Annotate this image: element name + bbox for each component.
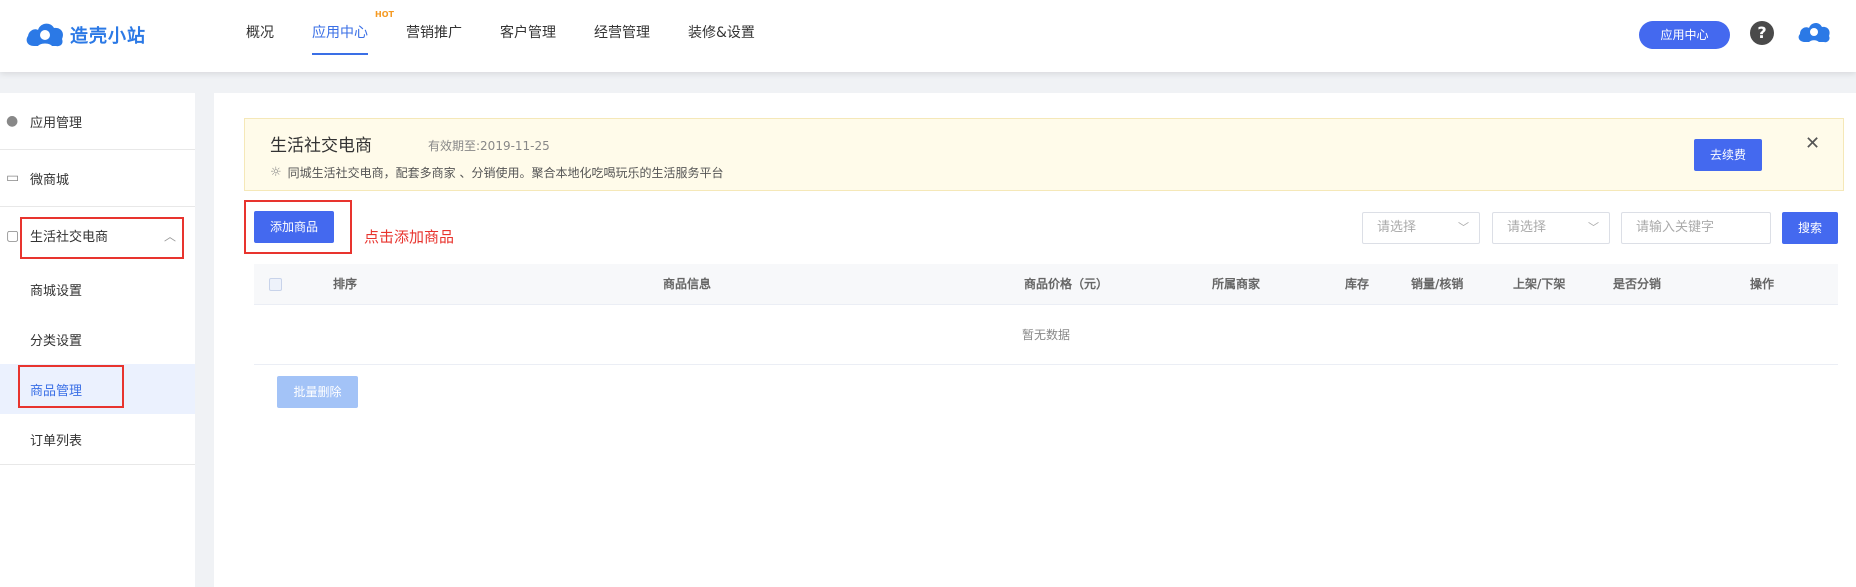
- chevron-down-icon: ﹀: [1458, 221, 1469, 234]
- bag-icon: ▢: [6, 227, 20, 244]
- chevron-down-icon: ﹀: [1588, 221, 1599, 234]
- app-center-button[interactable]: 应用中心: [1639, 21, 1730, 49]
- batch-delete-button[interactable]: 批量删除: [277, 376, 358, 408]
- help-icon[interactable]: ?: [1750, 21, 1774, 45]
- store-icon: ▭: [6, 170, 20, 186]
- column-header-actions: 操作: [1750, 277, 1775, 291]
- column-header-sort[interactable]: 排序: [333, 264, 357, 305]
- column-header-merchant: 所属商家: [1212, 277, 1261, 291]
- column-header-sales: 销量/核销: [1411, 277, 1464, 291]
- search-button[interactable]: 搜索: [1782, 212, 1838, 244]
- brand-name: 造壳小站: [70, 26, 146, 47]
- keyword-search-input[interactable]: 请输入关键字: [1621, 212, 1771, 244]
- column-header-price: 商品价格（元）: [1024, 277, 1109, 291]
- table-empty-state: 暂无数据: [254, 305, 1838, 365]
- nav-item-decoration-settings[interactable]: 装修&设置: [688, 0, 755, 72]
- sidebar: ● 应用管理 ▭ 微商城 ▢ 生活社交电商 ︿ 商城设置 分类设置 商品管理 订…: [0, 93, 195, 587]
- nav-item-customers[interactable]: 客户管理: [500, 0, 556, 72]
- sidebar-sub-product-management[interactable]: 商品管理: [0, 364, 195, 414]
- column-header-stock: 库存: [1345, 277, 1370, 291]
- filter-select-1[interactable]: 请选择 ﹀: [1362, 212, 1480, 244]
- user-avatar-icon[interactable]: [1797, 18, 1831, 46]
- sidebar-sub-mall-settings[interactable]: 商城设置: [0, 264, 195, 314]
- sidebar-item-app-management[interactable]: ● 应用管理: [0, 93, 195, 150]
- column-header-listing: 上架/下架: [1513, 277, 1566, 291]
- lightbulb-icon: ☼: [270, 165, 282, 180]
- sidebar-sub-category-settings[interactable]: 分类设置: [0, 314, 195, 364]
- app-notice-banner: 生活社交电商 有效期至:2019-11-25 ☼ 同城生活社交电商，配套多商家 …: [244, 118, 1844, 191]
- nav-item-marketing[interactable]: 营销推广: [406, 0, 462, 72]
- sidebar-item-mini-mall[interactable]: ▭ 微商城: [0, 150, 195, 207]
- brand-logo[interactable]: 造壳小站: [24, 18, 146, 52]
- notice-description: ☼ 同城生活社交电商，配套多商家 、分销使用。聚合本地化吃喝玩乐的生活服务平台: [270, 165, 724, 180]
- nav-item-operations[interactable]: 经营管理: [594, 0, 650, 72]
- annotation-hint: 点击添加商品: [364, 228, 455, 246]
- select-all-checkbox[interactable]: [269, 278, 282, 291]
- add-product-button[interactable]: 添加商品: [254, 211, 334, 243]
- sidebar-item-social-ecommerce[interactable]: ▢ 生活社交电商 ︿: [0, 207, 195, 264]
- filter-select-2[interactable]: 请选择 ﹀: [1492, 212, 1610, 244]
- main-nav: 概况 应用中心 HOT 营销推广 客户管理 经营管理 装修&设置: [246, 0, 793, 72]
- drop-icon: ●: [6, 113, 19, 129]
- sidebar-submenu: 商城设置 分类设置 商品管理 订单列表: [0, 264, 195, 465]
- hot-badge: HOT: [375, 10, 394, 19]
- top-header: 造壳小站 概况 应用中心 HOT 营销推广 客户管理 经营管理 装修&设置 应用中…: [0, 0, 1856, 72]
- nav-item-app-center[interactable]: 应用中心 HOT: [312, 0, 394, 72]
- column-header-distribution: 是否分销: [1613, 277, 1662, 291]
- notice-expire-date: 有效期至:2019-11-25: [428, 139, 550, 153]
- product-table-header: 排序 商品信息 商品价格（元） 所属商家 库存 销量/核销 上架/下架 是否分销…: [254, 264, 1838, 305]
- renew-button[interactable]: 去续费: [1694, 139, 1762, 171]
- close-icon[interactable]: ✕: [1805, 133, 1820, 154]
- sidebar-sub-order-list[interactable]: 订单列表: [0, 414, 195, 464]
- chevron-up-icon: ︿: [164, 229, 177, 243]
- nav-item-overview[interactable]: 概况: [246, 0, 274, 72]
- cloud-logo-icon: [26, 23, 64, 48]
- column-header-product-info: 商品信息: [663, 277, 712, 291]
- main-content: 生活社交电商 有效期至:2019-11-25 ☼ 同城生活社交电商，配套多商家 …: [214, 93, 1856, 587]
- notice-title: 生活社交电商: [270, 136, 372, 156]
